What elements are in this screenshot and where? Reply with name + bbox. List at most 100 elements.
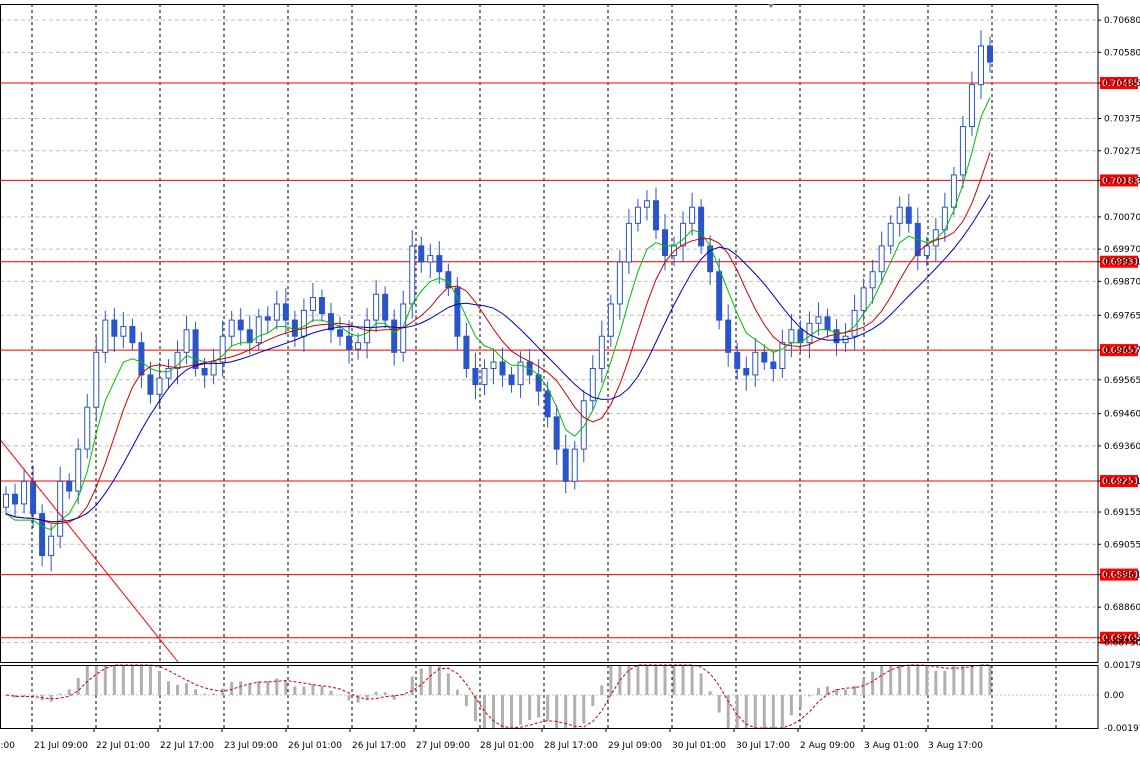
candle-body [147, 374, 154, 395]
candle-body [761, 351, 768, 363]
price-tick-label: 0.70580 [1104, 48, 1140, 58]
candle-body [84, 406, 91, 450]
candle-body [553, 416, 560, 450]
candle-body [734, 351, 741, 369]
candle-body [481, 367, 488, 386]
time-label: 26 Jul 01:00 [288, 741, 342, 751]
candle-body [273, 303, 280, 321]
candle-body [120, 326, 127, 337]
candle-body [201, 367, 208, 376]
candle-body [246, 329, 253, 344]
candle-body [824, 316, 831, 331]
candle-body [57, 480, 64, 537]
time-label: 30 Jul 01:00 [672, 741, 726, 751]
price-tick-label: 0.69251 [1104, 477, 1140, 487]
candle-body [544, 390, 551, 418]
price-tick-label: 0.70485 [1104, 79, 1140, 89]
price-tick-label: 0.70183 [1104, 176, 1140, 186]
candle-body [580, 400, 587, 450]
price-tick-label: 0.70070 [1104, 213, 1140, 223]
price-tick-label: 0.69870 [1104, 277, 1140, 287]
candle-body [337, 329, 344, 337]
candle-body [752, 351, 759, 376]
candle-body [887, 222, 894, 247]
candle-body [815, 316, 822, 324]
price-tick-label: 0.70375 [1104, 115, 1140, 125]
time-label: 30 Jul 17:00 [736, 741, 790, 751]
osc-tick-label: -0.00197 [1104, 724, 1140, 734]
price-tick-label: 0.70275 [1104, 147, 1140, 157]
candle-body [616, 261, 623, 305]
candle-body [860, 287, 867, 311]
candle-body [75, 448, 82, 492]
candle-body [228, 319, 235, 337]
candle-body [562, 448, 569, 482]
candle-body [427, 255, 434, 263]
candle-body [923, 245, 930, 257]
price-tick-label: 0.68860 [1104, 603, 1140, 613]
price-tick-label: 0.69460 [1104, 410, 1140, 420]
candle-body [48, 535, 55, 557]
candle-body [869, 271, 876, 289]
price-tick-label: 0.69657 [1104, 346, 1140, 356]
candle-body [409, 245, 416, 305]
candle-body [698, 206, 705, 247]
candle-body [291, 319, 298, 337]
candle-body [30, 480, 37, 515]
candle-body [138, 342, 145, 376]
candle-body [192, 329, 199, 369]
time-label: 23 Jul 09:00 [224, 741, 278, 751]
candle-body [743, 367, 750, 376]
price-tick-label: 0.69765 [1104, 311, 1140, 321]
candle-body [300, 309, 307, 337]
candle-body [833, 329, 840, 344]
candle-body [327, 313, 334, 331]
osc-tick-label: 0.00 [1104, 691, 1124, 701]
candle-body [977, 45, 984, 86]
time-label: 28 Jul 01:00 [480, 741, 534, 751]
price-tick-label: 0.70680 [1104, 16, 1140, 26]
candle-body [255, 316, 262, 344]
time-label: 28 Jul 17:00 [544, 741, 598, 751]
time-label-partial: l:00 [0, 741, 15, 751]
candle-body [571, 448, 578, 482]
time-label: 26 Jul 17:00 [352, 741, 406, 751]
price-tick-label: 0.69931 [1104, 258, 1140, 268]
chart-canvas[interactable]: 0.70485 0.70183 0.69931 0.69657 0.69251 0.689… [0, 0, 1140, 756]
candle-body [373, 293, 380, 321]
time-label: 27 Jul 09:00 [416, 741, 470, 751]
candle-body [896, 206, 903, 224]
candle-body [878, 245, 885, 273]
candle-body [318, 297, 325, 315]
candle-body [309, 297, 316, 311]
price-tick-label: 0.69565 [1104, 376, 1140, 386]
time-label: 2 Aug 09:00 [800, 741, 855, 751]
candle-body [959, 126, 966, 176]
chart-window[interactable]: 0.70485 0.70183 0.69931 0.69657 0.69251 0.689… [0, 0, 1140, 756]
time-label: 22 Jul 01:00 [96, 741, 150, 751]
candle-body [689, 206, 696, 224]
candle-body [463, 335, 470, 369]
candle-body [472, 367, 479, 386]
time-label: 22 Jul 17:00 [160, 741, 214, 751]
candle-body [680, 222, 687, 247]
candle-body [93, 351, 100, 408]
time-label: 3 Aug 17:00 [928, 741, 983, 751]
price-tick-label: 0.69970 [1104, 245, 1140, 255]
candle-body [788, 329, 795, 344]
candle-body [355, 342, 362, 350]
time-label: 29 Jul 09:00 [608, 741, 662, 751]
candle-body [156, 377, 163, 395]
candle-body [183, 329, 190, 353]
candle-body [102, 319, 109, 353]
candle-body [111, 319, 118, 337]
time-label: 21 Jul 09:00 [34, 741, 88, 751]
candle-body [770, 361, 777, 369]
price-tick-label: 0.69055 [1104, 540, 1140, 550]
price-tick-label: 0.69360 [1104, 442, 1140, 452]
candle-body [129, 326, 136, 344]
candle-body [499, 361, 506, 376]
candle-body [662, 229, 669, 257]
candle-body [418, 245, 425, 263]
candle-body [490, 361, 497, 369]
